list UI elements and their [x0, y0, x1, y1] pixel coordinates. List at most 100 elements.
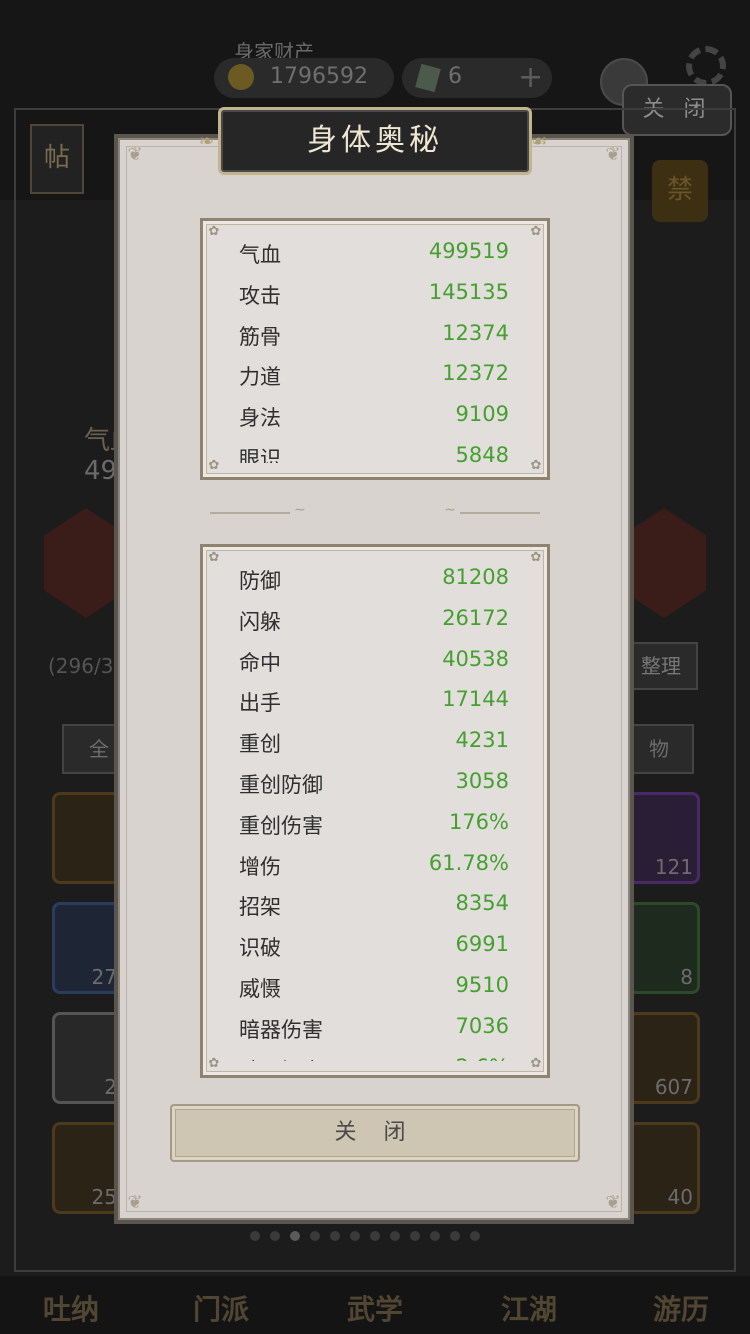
- stat-name: 重创: [239, 732, 281, 757]
- slot-count: 2: [104, 1075, 117, 1099]
- stat-name: 防御: [239, 569, 281, 593]
- stat-row: 招架 8354: [203, 885, 547, 926]
- slot-count: 121: [654, 855, 693, 879]
- stat-row: 筋骨 12374: [203, 315, 547, 356]
- page-dot: [450, 1231, 460, 1241]
- divider-ornament-icon: ∼: [444, 502, 456, 518]
- close-button[interactable]: 关 闭: [170, 1104, 580, 1162]
- divider-line: [210, 512, 290, 514]
- slot-count: 40: [667, 1185, 693, 1209]
- stat-value: 12372: [442, 361, 509, 386]
- inventory-slot: 607: [628, 1012, 700, 1104]
- gold-ingot-icon: [228, 64, 254, 90]
- page-dot: [290, 1231, 300, 1241]
- nav-martial-arts: 武学: [346, 1293, 403, 1326]
- bag-capacity: (296/3: [48, 654, 114, 678]
- stat-row: 气血 499519: [203, 233, 547, 274]
- stat-name: 增伤: [239, 854, 281, 879]
- stat-row: 识破 6991: [203, 926, 547, 967]
- stat-value: 3058: [455, 768, 509, 793]
- stat-value: 8354: [455, 891, 509, 916]
- corner-ornament-icon: ❦: [605, 1192, 621, 1213]
- secondary-stats-panel[interactable]: ✿ ✿ ✿ ✿ 防御 81208 闪躲 26172 命中 40538 出手 17144 重创 42…: [200, 544, 550, 1078]
- page-dots: [250, 1226, 510, 1241]
- add-currency-button: +: [518, 60, 544, 95]
- stat-value: 7036: [455, 1013, 509, 1038]
- forbid-lantern-icon: 禁: [652, 160, 708, 222]
- nav-sect: 门派: [192, 1293, 249, 1326]
- stat-value: 499519: [428, 239, 509, 263]
- stat-value: 9109: [455, 402, 509, 427]
- stat-name: 闪躲: [239, 609, 281, 634]
- nav-travel: 游历: [652, 1293, 709, 1326]
- stat-name: 出手: [239, 691, 281, 716]
- stat-row: 重创伤害 176%: [203, 804, 547, 845]
- stat-value: 2.6%: [456, 1055, 509, 1061]
- primary-stats-list: 气血 499519 攻击 145135 筋骨 12374 力道 12372 身法 9109 眼识 58…: [203, 221, 547, 463]
- stat-value: 17144: [442, 687, 509, 712]
- stat-row: 暗器伤害 7036: [203, 1008, 547, 1049]
- stat-name: 命中: [239, 650, 281, 675]
- stat-name: 重创伤害: [239, 813, 323, 838]
- stat-name: 重创防御: [239, 772, 323, 797]
- stat-value: 12374: [442, 320, 509, 345]
- stat-value: 145135: [428, 279, 509, 304]
- stat-value: 5848: [455, 442, 509, 463]
- stat-row: 身法 9109: [203, 396, 547, 437]
- nav-tuna: 吐纳: [42, 1293, 99, 1326]
- stat-value: 61.78%: [428, 850, 509, 875]
- tie-icon: 帖: [30, 124, 84, 194]
- page-dot: [350, 1231, 360, 1241]
- stat-name: 招架: [239, 895, 281, 920]
- gear-icon: [686, 46, 726, 86]
- stat-row: 破骨概率 2.6%: [203, 1049, 547, 1061]
- stat-name: 破骨概率: [239, 1055, 323, 1061]
- stat-name: 识破: [239, 936, 281, 961]
- inventory-slot: 2: [52, 1012, 124, 1104]
- stat-value: 4231: [455, 728, 509, 753]
- slot-count: 8: [680, 965, 693, 989]
- page-dot: [390, 1231, 400, 1241]
- stat-row: 威慑 9510: [203, 967, 547, 1008]
- stat-row: 增伤 61.78%: [203, 845, 547, 886]
- inventory-slot: 121: [628, 792, 700, 884]
- stat-name: 暗器伤害: [239, 1017, 323, 1042]
- inventory-slot: 40: [628, 1122, 700, 1214]
- corner-ornament-icon: ❦: [127, 1192, 143, 1213]
- stat-name: 力道: [239, 365, 281, 390]
- page-dot: [270, 1231, 280, 1241]
- background-hp-value: 49: [84, 456, 118, 486]
- sort-button: 整理: [624, 642, 698, 690]
- stat-value: 176%: [448, 809, 509, 834]
- page-dot: [250, 1231, 260, 1241]
- inventory-slot: 25: [52, 1122, 124, 1214]
- page-dot: [430, 1231, 440, 1241]
- divider-ornament-icon: ∼: [294, 502, 306, 518]
- stat-value: 9510: [455, 972, 509, 997]
- page-dot: [330, 1231, 340, 1241]
- ticket-value: 6: [448, 64, 462, 89]
- slot-count: 607: [654, 1075, 693, 1099]
- stat-row: 命中 40538: [203, 641, 547, 682]
- stat-value: 40538: [442, 646, 509, 671]
- stat-name: 筋骨: [239, 324, 281, 349]
- stat-name: 攻击: [239, 283, 281, 308]
- stat-row: 重创 4231: [203, 722, 547, 763]
- inventory-slot: 8: [628, 902, 700, 994]
- stat-row: 重创防御 3058: [203, 763, 547, 804]
- inventory-slot: 27: [52, 902, 124, 994]
- stat-row: 攻击 145135: [203, 274, 547, 315]
- secondary-stats-list[interactable]: 防御 81208 闪躲 26172 命中 40538 出手 17144 重创 4231 重创防御 30…: [203, 547, 547, 1061]
- dialog-title: 身体奥秘: [307, 123, 443, 158]
- dialog-title-plate: ❧ 身体奥秘 ☙: [199, 107, 547, 175]
- stat-value: 81208: [442, 565, 509, 589]
- stat-name: 眼识: [239, 446, 281, 463]
- corner-ornament-icon: ❦: [127, 144, 143, 165]
- section-divider: ∼ ∼: [210, 502, 540, 518]
- stat-row: 眼识 5848: [203, 437, 547, 463]
- stat-row: 出手 17144: [203, 681, 547, 722]
- page-dot: [310, 1231, 320, 1241]
- page-dot: [370, 1231, 380, 1241]
- stat-value: 6991: [455, 932, 509, 957]
- stat-name: 气血: [239, 243, 281, 267]
